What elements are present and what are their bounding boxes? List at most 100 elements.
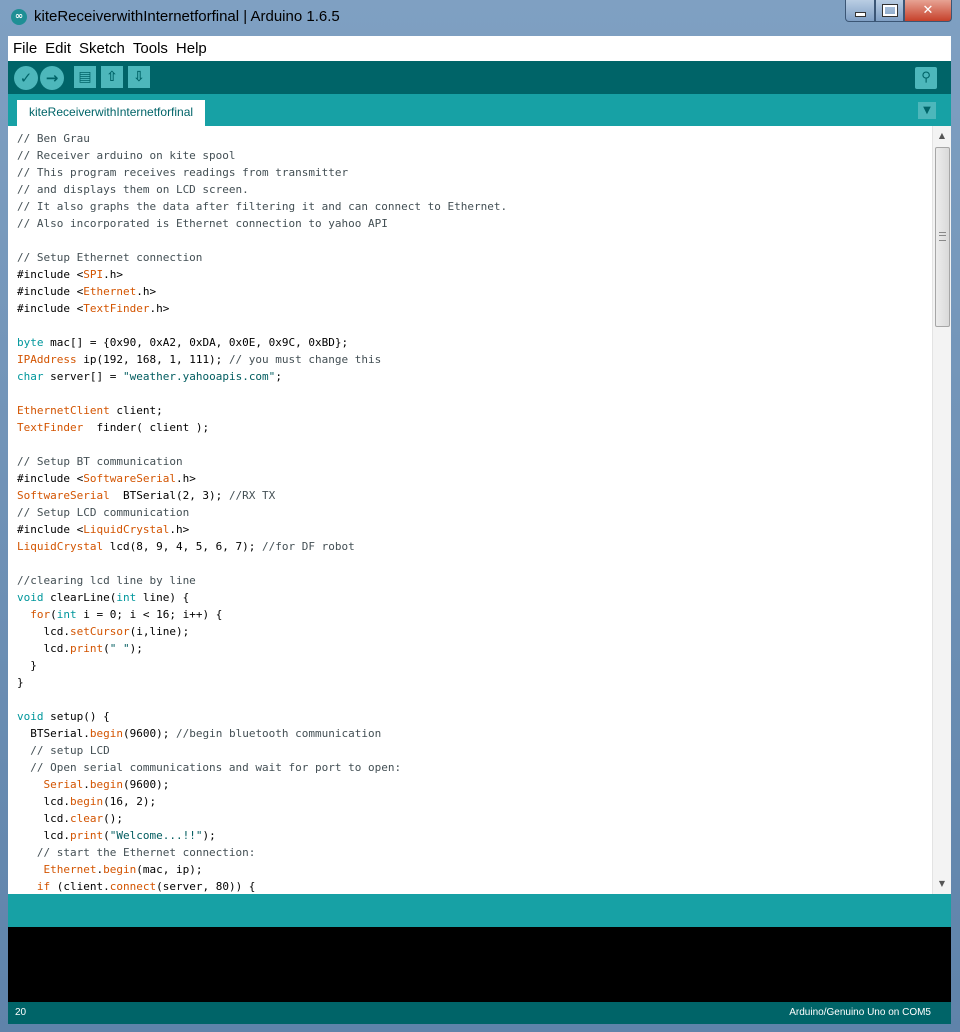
new-sketch-button[interactable]: ▤ <box>74 66 96 88</box>
code-line: } <box>17 674 507 691</box>
code-line: IPAddress ip(192, 168, 1, 111); // you m… <box>17 351 507 368</box>
code-token: // Setup LCD communication <box>17 506 190 519</box>
code-token: clearLine( <box>43 591 117 604</box>
menu-edit[interactable]: Edit <box>45 40 71 57</box>
code-token: server[] = <box>43 370 123 383</box>
code-token: for <box>30 608 51 621</box>
console-output[interactable] <box>8 927 951 1002</box>
tab-menu-button[interactable]: ▼ <box>918 102 936 119</box>
code-line: lcd.setCursor(i,line); <box>17 623 507 640</box>
open-sketch-button[interactable]: ⇧ <box>101 66 123 88</box>
code-token: begin <box>89 778 123 791</box>
code-editor[interactable]: // Ben Grau // Receiver arduino on kite s… <box>8 126 951 894</box>
scroll-thumb[interactable] <box>935 147 950 327</box>
scroll-down-arrow-icon[interactable]: ▼ <box>933 876 951 892</box>
code-line: #include <LiquidCrystal.h> <box>17 521 507 538</box>
code-token: begin <box>89 727 123 740</box>
scroll-up-arrow-icon[interactable]: ▲ <box>933 128 951 144</box>
code-line: // This program receives readings from t… <box>17 164 507 181</box>
code-token: EthernetClient <box>17 404 110 417</box>
window-controls: ✕ <box>845 0 952 22</box>
code-line: for(int i = 0; i < 16; i++) { <box>17 606 507 623</box>
code-token: "weather.yahooapis.com" <box>122 370 276 383</box>
editor-vertical-scrollbar[interactable]: ▲ ▼ <box>932 126 951 894</box>
code-token: void <box>17 591 44 604</box>
code-token: .h> <box>103 268 123 281</box>
footer-status-bar: 20 Arduino/Genuino Uno on COM5 <box>8 1002 951 1024</box>
code-token: // Receiver arduino on kite spool <box>17 149 236 162</box>
code-token: .h> <box>169 523 190 536</box>
code-token: ); <box>129 642 143 655</box>
code-line: //clearing lcd line by line <box>17 572 507 589</box>
title-bar[interactable]: ∞ kiteReceiverwithInternetforfinal | Ard… <box>0 0 960 36</box>
code-token: lcd. <box>17 795 70 808</box>
minimize-button[interactable] <box>845 0 875 22</box>
menu-file[interactable]: File <box>13 40 37 57</box>
code-token: Ethernet <box>43 863 97 876</box>
code-token: BTSerial. <box>17 727 90 740</box>
verify-button[interactable]: ✓ <box>14 66 38 90</box>
code-line: // and displays them on LCD screen. <box>17 181 507 198</box>
toolbar: ✓ → ▤ ⇧ ⇩ ⚲ <box>8 61 951 94</box>
code-token: byte <box>17 336 44 349</box>
new-file-icon: ▤ <box>78 69 92 85</box>
code-line: lcd.begin(16, 2); <box>17 793 507 810</box>
code-token: i = 0; i < 16; i++) { <box>76 608 223 621</box>
code-token: "Welcome...!!" <box>109 829 203 842</box>
code-token: SoftwareSerial <box>83 472 176 485</box>
code-token: int <box>56 608 77 621</box>
code-token: ); <box>202 829 216 842</box>
close-icon: ✕ <box>922 3 934 18</box>
serial-monitor-button[interactable]: ⚲ <box>915 67 937 89</box>
code-token: int <box>116 591 137 604</box>
code-token: // Setup BT communication <box>17 455 183 468</box>
close-button[interactable]: ✕ <box>904 0 952 22</box>
upload-button[interactable]: → <box>40 66 64 90</box>
code-token: // Ben Grau <box>17 132 90 145</box>
menu-sketch[interactable]: Sketch <box>79 40 125 57</box>
code-line: lcd.clear(); <box>17 810 507 827</box>
code-token: line) { <box>136 591 190 604</box>
code-token: //clearing lcd line by line <box>17 574 196 587</box>
code-token: #include < <box>17 523 84 536</box>
right-arrow-icon: → <box>45 69 59 87</box>
code-token: (16, 2); <box>103 795 157 808</box>
code-token: finder( client ); <box>83 421 210 434</box>
code-token: // Open serial communications and wait f… <box>30 761 402 774</box>
code-line: Serial.begin(9600); <box>17 776 507 793</box>
code-token: setCursor <box>69 625 130 638</box>
code-token: // setup LCD <box>30 744 110 757</box>
code-token: (server, 80)) { <box>156 880 256 893</box>
code-token: BTSerial(2, 3); <box>109 489 229 502</box>
code-token: .h> <box>136 285 157 298</box>
code-token: (client. <box>50 880 110 893</box>
maximize-icon <box>882 5 897 16</box>
code-line: // Also incorporated is Ethernet connect… <box>17 215 507 232</box>
save-arrow-down-icon: ⇩ <box>133 69 145 85</box>
code-token: lcd(8, 9, 4, 5, 6, 7); <box>103 540 263 553</box>
code-line: // setup LCD <box>17 742 507 759</box>
code-token: print <box>69 642 104 655</box>
code-token: clear <box>69 812 104 825</box>
code-token: (); <box>103 812 123 825</box>
code-line: lcd.print(" "); <box>17 640 507 657</box>
code-token: // This program receives readings from t… <box>17 166 349 179</box>
maximize-button[interactable] <box>875 0 904 22</box>
code-line: #include <TextFinder.h> <box>17 300 507 317</box>
message-area <box>8 894 951 927</box>
code-line: void setup() { <box>17 708 507 725</box>
code-text[interactable]: // Ben Grau // Receiver arduino on kite s… <box>17 130 507 894</box>
code-line: #include <Ethernet.h> <box>17 283 507 300</box>
code-token: client; <box>109 404 163 417</box>
menu-tools[interactable]: Tools <box>133 40 168 57</box>
save-sketch-button[interactable]: ⇩ <box>128 66 150 88</box>
minimize-icon <box>854 12 866 17</box>
code-line: // Open serial communications and wait f… <box>17 759 507 776</box>
code-token: IPAddress <box>17 353 77 366</box>
code-token: lcd. <box>17 829 70 842</box>
code-line: // Receiver arduino on kite spool <box>17 147 507 164</box>
menu-help[interactable]: Help <box>176 40 207 57</box>
tab-sketch[interactable]: kiteReceiverwithInternetforfinal <box>17 100 206 126</box>
